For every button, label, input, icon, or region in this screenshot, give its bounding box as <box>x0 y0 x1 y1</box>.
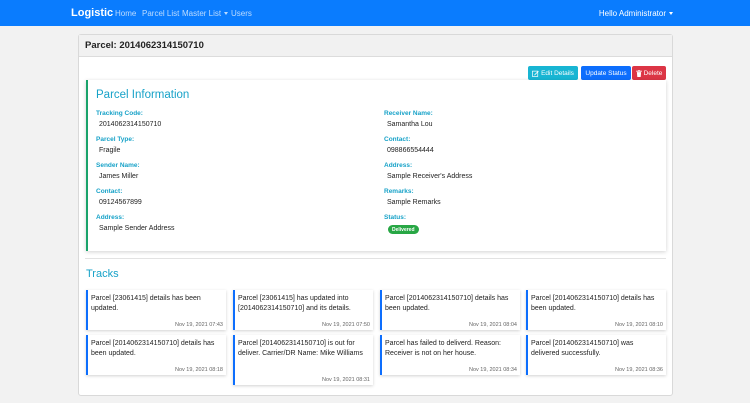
edit-details-label: Edit Details <box>541 69 574 77</box>
nav-master-list[interactable]: Master List <box>182 9 229 18</box>
track-message: Parcel [2014062314150710] is out for del… <box>238 340 363 357</box>
sender-contact-value: 09124567899 <box>99 199 142 206</box>
parcel-information: Parcel Information Tracking Code: 201406… <box>86 80 666 251</box>
track-card: Parcel [23061415] has updated into [2014… <box>233 290 373 330</box>
page-title: Parcel: 2014062314150710 <box>85 40 204 51</box>
track-timestamp: Nov 19, 2021 08:31 <box>321 377 370 383</box>
track-timestamp: Nov 19, 2021 08:10 <box>614 322 663 328</box>
tracking-code-value: 2014062314150710 <box>99 121 162 128</box>
sender-name-label: Sender Name: <box>96 162 140 169</box>
track-timestamp: Nov 19, 2021 07:43 <box>174 322 223 328</box>
delete-button[interactable]: Delete <box>632 66 666 80</box>
track-message: Parcel [2014062314150710] details has be… <box>385 295 509 312</box>
status-label: Status: <box>384 214 407 221</box>
update-status-button[interactable]: Update Status <box>581 66 631 80</box>
remarks-label: Remarks: <box>384 188 414 195</box>
user-greeting: Hello Administrator <box>598 9 666 18</box>
track-card: Parcel [23061415] details has been updat… <box>86 290 226 330</box>
track-timestamp: Nov 19, 2021 08:34 <box>468 367 517 373</box>
sender-contact-label: Contact: <box>96 188 123 195</box>
track-message: Parcel [2014062314150710] details has be… <box>91 340 215 357</box>
track-message: Parcel [2014062314150710] details has be… <box>531 295 655 312</box>
sender-address-label: Address: <box>96 214 125 221</box>
track-message: Parcel has failed to deliverd. Reason: R… <box>385 340 501 357</box>
track-timestamp: Nov 19, 2021 07:50 <box>321 322 370 328</box>
track-message: Parcel [23061415] has updated into [2014… <box>238 295 351 312</box>
card-header: Parcel: 2014062314150710 <box>79 35 672 57</box>
track-message: Parcel [2014062314150710] was delivered … <box>531 340 634 357</box>
remarks-value: Sample Remarks <box>387 199 441 206</box>
update-status-label: Update Status <box>585 69 627 77</box>
sender-name-value: James Miller <box>99 173 139 180</box>
track-card: Parcel [2014062314150710] details has be… <box>526 290 666 330</box>
caret-down-icon <box>224 12 229 15</box>
brand-logo[interactable]: Logistic <box>71 7 113 19</box>
track-card: Parcel [2014062314150710] is out for del… <box>233 335 373 385</box>
section-divider <box>85 258 666 259</box>
caret-down-icon <box>669 12 673 15</box>
track-card: Parcel [2014062314150710] details has be… <box>380 290 520 330</box>
edit-icon <box>532 70 539 77</box>
nav-users[interactable]: Users <box>231 9 252 18</box>
track-timestamp: Nov 19, 2021 08:04 <box>468 322 517 328</box>
tracks-title: Tracks <box>86 268 119 280</box>
receiver-contact-value: 098866554444 <box>387 147 434 154</box>
receiver-name-value: Samantha Lou <box>387 121 433 128</box>
user-menu[interactable]: Hello Administrator <box>599 9 673 18</box>
parcel-card: Parcel: 2014062314150710 Edit Details Up… <box>78 34 673 396</box>
receiver-address-value: Sample Receiver's Address <box>387 173 473 180</box>
delete-label: Delete <box>643 69 663 77</box>
edit-details-button[interactable]: Edit Details <box>528 66 578 80</box>
track-timestamp: Nov 19, 2021 08:18 <box>174 367 223 373</box>
status-badge: Delivered <box>388 225 419 234</box>
parcel-type-label: Parcel Type: <box>96 136 135 143</box>
parcel-type-value: Fragile <box>99 147 121 154</box>
trash-icon <box>635 69 642 77</box>
sender-address-value: Sample Sender Address <box>99 225 175 232</box>
track-message: Parcel [23061415] details has been updat… <box>91 295 201 312</box>
nav-home[interactable]: Home <box>115 9 136 18</box>
receiver-contact-label: Contact: <box>384 136 411 143</box>
track-card: Parcel has failed to deliverd. Reason: R… <box>380 335 520 375</box>
nav-parcel-list[interactable]: Parcel List <box>142 9 179 18</box>
track-timestamp: Nov 19, 2021 08:36 <box>614 367 663 373</box>
track-card: Parcel [2014062314150710] details has be… <box>86 335 226 375</box>
tracking-code-label: Tracking Code: <box>96 110 143 117</box>
receiver-address-label: Address: <box>384 162 413 169</box>
parcel-information-title: Parcel Information <box>96 89 190 101</box>
track-card: Parcel [2014062314150710] was delivered … <box>526 335 666 375</box>
top-navbar: Logistic Home Parcel List Master List Us… <box>0 0 750 26</box>
nav-master-list-label: Master List <box>182 9 222 18</box>
receiver-name-label: Receiver Name: <box>384 110 433 117</box>
